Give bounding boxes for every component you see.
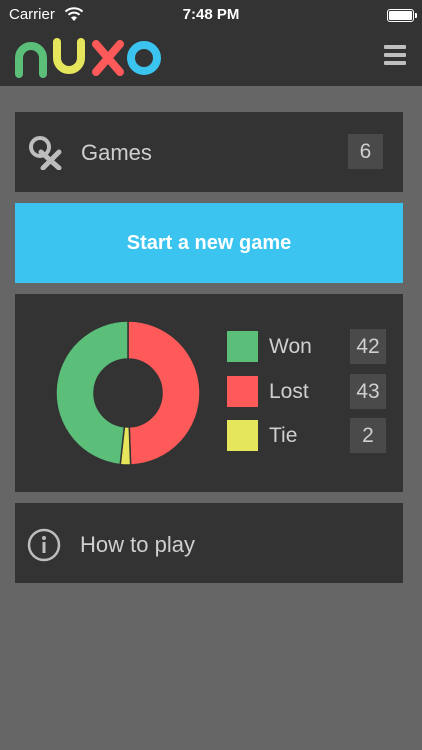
legend-value-tie: 2 — [350, 418, 386, 453]
battery-icon — [387, 9, 417, 22]
legend-label-tie: Tie — [269, 424, 298, 447]
nuxo-logo — [15, 38, 161, 78]
legend-value-won: 42 — [350, 329, 386, 364]
legend-row-won: Won 42 — [227, 329, 387, 364]
legend-label-lost: Lost — [269, 380, 309, 403]
results-donut-chart — [55, 320, 201, 466]
legend-label-won: Won — [269, 335, 312, 358]
clock: 7:48 PM — [182, 6, 240, 23]
nav-bar — [0, 30, 422, 86]
info-icon — [27, 528, 61, 562]
legend-swatch-won — [227, 331, 258, 362]
stats-card: Won 42 Lost 43 Tie 2 — [15, 294, 403, 492]
how-to-play-card[interactable]: How to play — [15, 503, 403, 583]
games-label: Games — [81, 140, 152, 165]
how-to-play-label: How to play — [80, 532, 195, 557]
donut-slice-lost — [127, 320, 201, 466]
legend-swatch-tie — [227, 420, 258, 451]
legend-row-lost: Lost 43 — [227, 374, 387, 409]
legend-value-lost: 43 — [350, 374, 386, 409]
donut-slice-won — [55, 320, 129, 466]
hamburger-menu-icon[interactable] — [384, 45, 406, 65]
games-xo-icon — [29, 136, 62, 170]
legend-swatch-lost — [227, 376, 258, 407]
status-bar: Carrier 7:48 PM — [0, 0, 422, 30]
games-count: 6 — [348, 134, 383, 169]
start-new-game-button[interactable]: Start a new game — [15, 203, 403, 283]
games-card[interactable]: Games 6 — [15, 112, 403, 192]
legend-row-tie: Tie 2 — [227, 418, 387, 453]
